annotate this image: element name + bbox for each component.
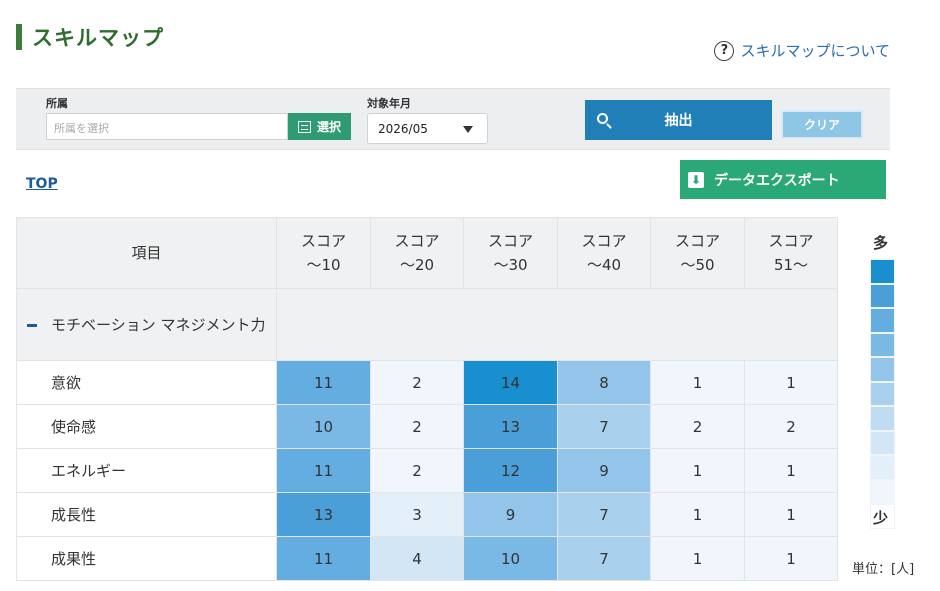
score-cell[interactable]: 1 [650, 448, 745, 493]
score-cell[interactable]: 7 [557, 492, 651, 537]
heat-legend [870, 259, 895, 529]
score-cell[interactable]: 9 [557, 448, 651, 493]
data-export-button[interactable]: ⬇ データエクスポート [680, 160, 886, 199]
title-accent-bar [16, 24, 22, 50]
score-cell[interactable]: 1 [650, 360, 745, 405]
group-row-filler [276, 288, 838, 361]
score-cell[interactable]: 1 [650, 536, 745, 581]
item-column-header: 項目 [16, 217, 277, 289]
help-link[interactable]: ? スキルマップについて [714, 40, 890, 61]
legend-swatch [870, 332, 895, 357]
score-cell[interactable]: 7 [557, 536, 651, 581]
ym-select-value: 2026/05 [378, 122, 428, 136]
unit-label: 単位：[人] [852, 562, 915, 577]
search-icon [597, 113, 608, 124]
ym-select[interactable]: 2026/05 [367, 113, 488, 144]
table-row: 意欲 11 2 14 8 1 1 [16, 360, 838, 405]
org-label: 所属 [46, 97, 68, 110]
question-icon: ? [714, 40, 735, 61]
extract-button-label: 抽出 [664, 113, 693, 129]
org-select-button[interactable]: 選択 [288, 113, 351, 140]
score-cell[interactable]: 2 [370, 360, 464, 405]
score-column-header: スコア 〜20 [370, 217, 464, 289]
legend-swatch [870, 455, 895, 480]
score-cell[interactable]: 1 [744, 448, 838, 493]
legend-few-label: 少 [873, 509, 889, 527]
row-label: 成長性 [16, 492, 277, 537]
score-cell[interactable]: 8 [557, 360, 651, 405]
score-cell[interactable]: 9 [463, 492, 558, 537]
group-row-header[interactable]: モチベーション マネジメント力 [16, 288, 277, 361]
score-column-header: スコア 〜50 [650, 217, 745, 289]
top-link[interactable]: TOP [26, 176, 58, 192]
score-cell[interactable]: 1 [650, 492, 745, 537]
table-row: 使命感 10 2 13 7 2 2 [16, 404, 838, 449]
legend-many-label: 多 [873, 234, 889, 252]
legend-swatch [870, 259, 895, 284]
score-cell[interactable]: 4 [370, 536, 464, 581]
ym-label: 対象年月 [367, 97, 411, 110]
legend-swatch [870, 381, 895, 406]
score-cell[interactable]: 1 [744, 536, 838, 581]
group-row: モチベーション マネジメント力 [16, 288, 838, 361]
score-cell[interactable]: 2 [370, 404, 464, 449]
legend-swatch [870, 430, 895, 455]
table-row: 成長性 13 3 9 7 1 1 [16, 492, 838, 537]
score-cell[interactable]: 2 [650, 404, 745, 449]
help-link-label: スキルマップについて [740, 42, 890, 60]
legend-swatch [870, 308, 895, 333]
score-cell[interactable]: 11 [276, 448, 371, 493]
legend-swatch [870, 406, 895, 431]
score-cell[interactable]: 10 [463, 536, 558, 581]
list-icon [297, 120, 311, 133]
score-cell[interactable]: 10 [276, 404, 371, 449]
score-cell[interactable]: 3 [370, 492, 464, 537]
row-label: エネルギー [16, 448, 277, 493]
export-button-label: データエクスポート [714, 172, 840, 189]
score-cell[interactable]: 1 [744, 360, 838, 405]
score-cell[interactable]: 12 [463, 448, 558, 493]
filter-panel: 所属 所属を選択 選択 対象年月 2026/05 抽出 クリア [16, 88, 890, 150]
score-cell[interactable]: 11 [276, 536, 371, 581]
org-input[interactable]: 所属を選択 [46, 113, 288, 140]
score-cell[interactable]: 2 [744, 404, 838, 449]
legend-swatch [870, 283, 895, 308]
row-label: 意欲 [16, 360, 277, 405]
score-column-header: スコア 〜40 [557, 217, 651, 289]
score-cell[interactable]: 7 [557, 404, 651, 449]
page-title-text: スキルマップ [32, 26, 164, 50]
score-column-header: スコア 〜30 [463, 217, 558, 289]
table-row: 成果性 11 4 10 7 1 1 [16, 536, 838, 581]
skill-map-table: 項目 スコア 〜10 スコア 〜20 スコア 〜30 スコア 〜40 スコア 〜50 スコ… [16, 217, 838, 581]
score-cell[interactable]: 13 [463, 404, 558, 449]
legend-swatch [870, 357, 895, 382]
score-cell[interactable]: 1 [744, 492, 838, 537]
score-column-header: スコア 〜10 [276, 217, 371, 289]
download-icon: ⬇ [688, 171, 704, 188]
collapse-icon[interactable] [27, 323, 37, 327]
score-cell[interactable]: 13 [276, 492, 371, 537]
page-title: スキルマップ [16, 24, 164, 50]
clear-button[interactable]: クリア [781, 110, 863, 139]
legend-swatch [870, 479, 895, 504]
score-cell[interactable]: 2 [370, 448, 464, 493]
extract-button[interactable]: 抽出 [585, 100, 772, 140]
row-label: 成果性 [16, 536, 277, 581]
score-cell[interactable]: 14 [463, 360, 558, 405]
table-row: エネルギー 11 2 12 9 1 1 [16, 448, 838, 493]
row-label: 使命感 [16, 404, 277, 449]
select-button-label: 選択 [316, 120, 341, 134]
score-cell[interactable]: 11 [276, 360, 371, 405]
caret-down-icon [463, 126, 473, 133]
score-column-header: スコア 51〜 [744, 217, 838, 289]
group-row-label: モチベーション マネジメント力 [51, 315, 266, 334]
